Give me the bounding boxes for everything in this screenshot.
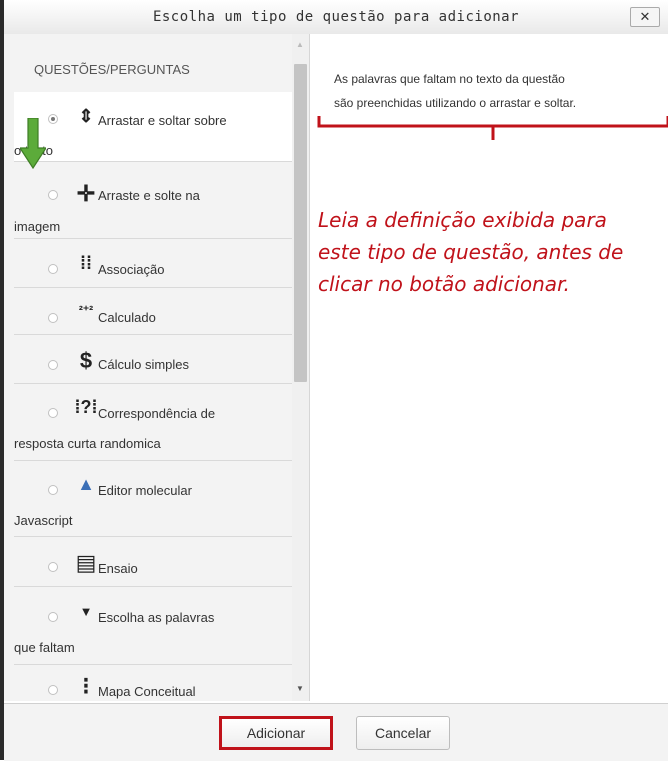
radio-molecular-editor[interactable]	[48, 485, 58, 495]
item-label-cont: que faltam	[14, 640, 75, 655]
dialog-title: Escolha um tipo de questão para adiciona…	[152, 9, 520, 25]
item-label: Arraste e solte na	[98, 188, 200, 203]
description-line-1: As palavras que faltam no texto da quest…	[334, 72, 565, 86]
item-label-cont: imagem	[14, 219, 61, 234]
scroll-up-icon[interactable]: ▲	[296, 40, 304, 49]
dialog-footer: Adicionar Cancelar	[4, 703, 668, 761]
item-label: Arrastar e soltar sobre	[98, 113, 227, 128]
item-label: Mapa Conceitual	[98, 684, 196, 699]
dialog-titlebar: Escolha um tipo de questão para adiciona…	[4, 0, 668, 35]
simple-calculated-icon: $	[79, 348, 93, 373]
item-label-cont: resposta curta randomica	[14, 436, 161, 451]
random-short-answer-matching-icon: ⁞?⁞	[74, 397, 98, 417]
radio-calculated[interactable]	[48, 313, 58, 323]
annotation-line-2: este tipo de questão, antes de	[318, 240, 624, 264]
radio-simple-calculated[interactable]	[48, 360, 58, 370]
item-label: Cálculo simples	[98, 357, 190, 372]
close-button[interactable]: ✕	[630, 7, 660, 27]
red-brace-icon	[317, 116, 668, 140]
molecular-editor-icon: ▲	[77, 474, 95, 494]
drag-drop-image-icon: ✛	[76, 181, 96, 206]
list-item-concept-map[interactable]: ⁝ Mapa Conceitual	[14, 666, 292, 701]
item-label: Editor molecular	[98, 483, 192, 498]
radio-drag-drop-image[interactable]	[48, 190, 58, 200]
radio-essay[interactable]	[48, 562, 58, 572]
radio-concept-map[interactable]	[48, 685, 58, 695]
add-button[interactable]: Adicionar	[219, 716, 333, 750]
drag-drop-text-icon: ⇕	[78, 106, 94, 126]
annotation-text: Leia a definição exibida para este tipo …	[318, 204, 668, 300]
list-item-simple-calculated[interactable]: $ Cálculo simples	[14, 336, 292, 384]
cancel-button[interactable]: Cancelar	[356, 716, 450, 750]
radio-select-missing-words[interactable]	[48, 612, 58, 622]
radio-random-short-answer-matching[interactable]	[48, 408, 58, 418]
list-item-drag-drop-text[interactable]: ⇕ Arrastar e soltar sobre o texto	[14, 92, 292, 162]
select-missing-words-icon: ▼	[79, 604, 93, 619]
list-item-matching[interactable]: ⁞⁞ Associação	[14, 240, 292, 288]
list-scrollbar[interactable]: ▲ ▼	[292, 34, 309, 701]
list-item-select-missing-words[interactable]: ▼ Escolha as palavras que faltam	[14, 588, 292, 665]
annotation-line-1: Leia a definição exibida para	[318, 208, 607, 232]
green-arrow-icon	[20, 118, 46, 170]
list-item-drag-drop-image[interactable]: ✛ Arraste e solte na imagem	[14, 163, 292, 239]
question-type-list: QUESTÕES/PERGUNTAS ⇕ Arrastar e soltar s…	[4, 34, 310, 701]
item-label: Ensaio	[98, 561, 138, 576]
list-item-calculated[interactable]: ²⁺² Calculado	[14, 289, 292, 335]
list-item-essay[interactable]: ▤ Ensaio	[14, 538, 292, 587]
item-label: Calculado	[98, 310, 156, 325]
item-label: Escolha as palavras	[98, 610, 215, 625]
item-label: Correspondência de	[98, 406, 216, 421]
description-pane: As palavras que faltam no texto da quest…	[310, 34, 668, 701]
list-item-molecular-editor[interactable]: ▲ Editor molecular Javascript	[14, 462, 292, 537]
list-header: QUESTÕES/PERGUNTAS	[34, 62, 190, 77]
item-label-cont: Javascript	[14, 513, 73, 528]
annotation-line-3: clicar no botão adicionar.	[318, 272, 570, 296]
radio-drag-drop-text[interactable]	[48, 114, 58, 124]
essay-icon: ▤	[75, 550, 97, 575]
scroll-down-icon[interactable]: ▼	[296, 684, 304, 693]
list-item-random-short-answer-matching[interactable]: ⁞?⁞ Correspondência de resposta curta ra…	[14, 385, 292, 461]
radio-matching[interactable]	[48, 264, 58, 274]
item-label: Associação	[98, 262, 165, 277]
scroll-thumb[interactable]	[294, 64, 307, 382]
question-type-dialog: Escolha um tipo de questão para adiciona…	[0, 0, 668, 761]
matching-icon: ⁞⁞	[80, 253, 92, 273]
question-type-description: As palavras que faltam no texto da quest…	[334, 67, 668, 115]
concept-map-icon: ⁝	[82, 673, 90, 700]
description-line-2: são preenchidas utilizando o arrastar e …	[334, 96, 577, 110]
calculated-icon: ²⁺²	[78, 303, 94, 317]
